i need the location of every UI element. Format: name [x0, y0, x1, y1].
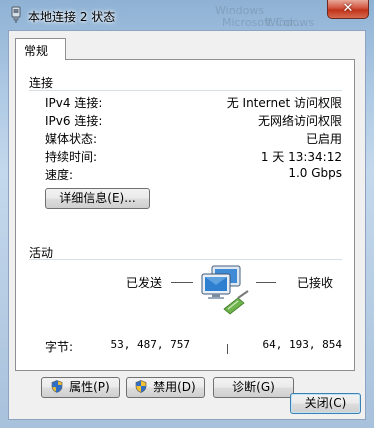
close-button[interactable]: 关闭(C)	[290, 393, 361, 414]
bytes-received-value: 64, 193, 854	[262, 338, 342, 351]
window-title: 本地连接 2 状态	[28, 10, 116, 24]
diagnose-button[interactable]: 诊断(G)	[213, 377, 294, 398]
received-dash	[256, 282, 276, 283]
tab-panel-general: 连接 IPv4 连接: 无 Internet 访问权限 IPv6 连接: 无网络…	[15, 59, 355, 398]
section-divider	[29, 259, 342, 260]
disable-button-label: 禁用(D)	[153, 380, 196, 394]
disable-button[interactable]: 禁用(D)	[126, 377, 205, 398]
details-button[interactable]: 详细信息(E)...	[45, 188, 150, 209]
media-state-value: 已启用	[305, 132, 342, 146]
network-activity-icon	[201, 265, 249, 315]
connection-section-title: 连接	[29, 76, 54, 90]
close-icon: ✕	[342, 1, 354, 16]
background-window-text: Microsoft Cor...	[222, 16, 304, 29]
duration-label: 持续时间:	[45, 150, 98, 164]
properties-button-label: 属性(P)	[69, 380, 110, 394]
bytes-label: 字节:	[45, 340, 74, 354]
sent-label: 已发送	[126, 276, 163, 290]
activity-divider	[227, 344, 228, 354]
tab-label: 常规	[24, 44, 49, 58]
section-divider	[29, 90, 342, 91]
speed-value: 1.0 Gbps	[288, 166, 342, 180]
duration-value: 1 天 13:34:12	[260, 150, 342, 164]
ipv6-value: 无网络访问权限	[257, 114, 342, 128]
window-close-button[interactable]: ✕	[327, 0, 369, 19]
media-state-label: 媒体状态:	[45, 132, 98, 146]
diagnose-button-label: 诊断(G)	[232, 380, 275, 394]
sent-dash	[171, 282, 193, 283]
tab-general[interactable]: 常规	[15, 38, 66, 60]
ipv4-label: IPv4 连接:	[45, 96, 103, 110]
properties-button[interactable]: 属性(P)	[41, 377, 120, 398]
uac-shield-icon	[135, 380, 147, 393]
network-connection-icon	[11, 6, 21, 23]
received-label: 已接收	[297, 276, 334, 290]
title-bar[interactable]: 本地连接 2 状态 Windows Windows Microsoft Cor.…	[0, 0, 374, 30]
ipv4-value: 无 Internet 访问权限	[226, 96, 342, 110]
close-button-label: 关闭(C)	[304, 396, 347, 410]
dialog-client-area: 常规 连接 IPv4 连接: 无 Internet 访问权限 IPv6 连接: …	[8, 30, 366, 420]
details-button-label: 详细信息(E)...	[59, 191, 136, 205]
speed-label: 速度:	[45, 168, 74, 182]
uac-shield-icon	[51, 380, 63, 393]
bytes-sent-value: 53, 487, 757	[110, 338, 190, 351]
ipv6-label: IPv6 连接:	[45, 114, 103, 128]
